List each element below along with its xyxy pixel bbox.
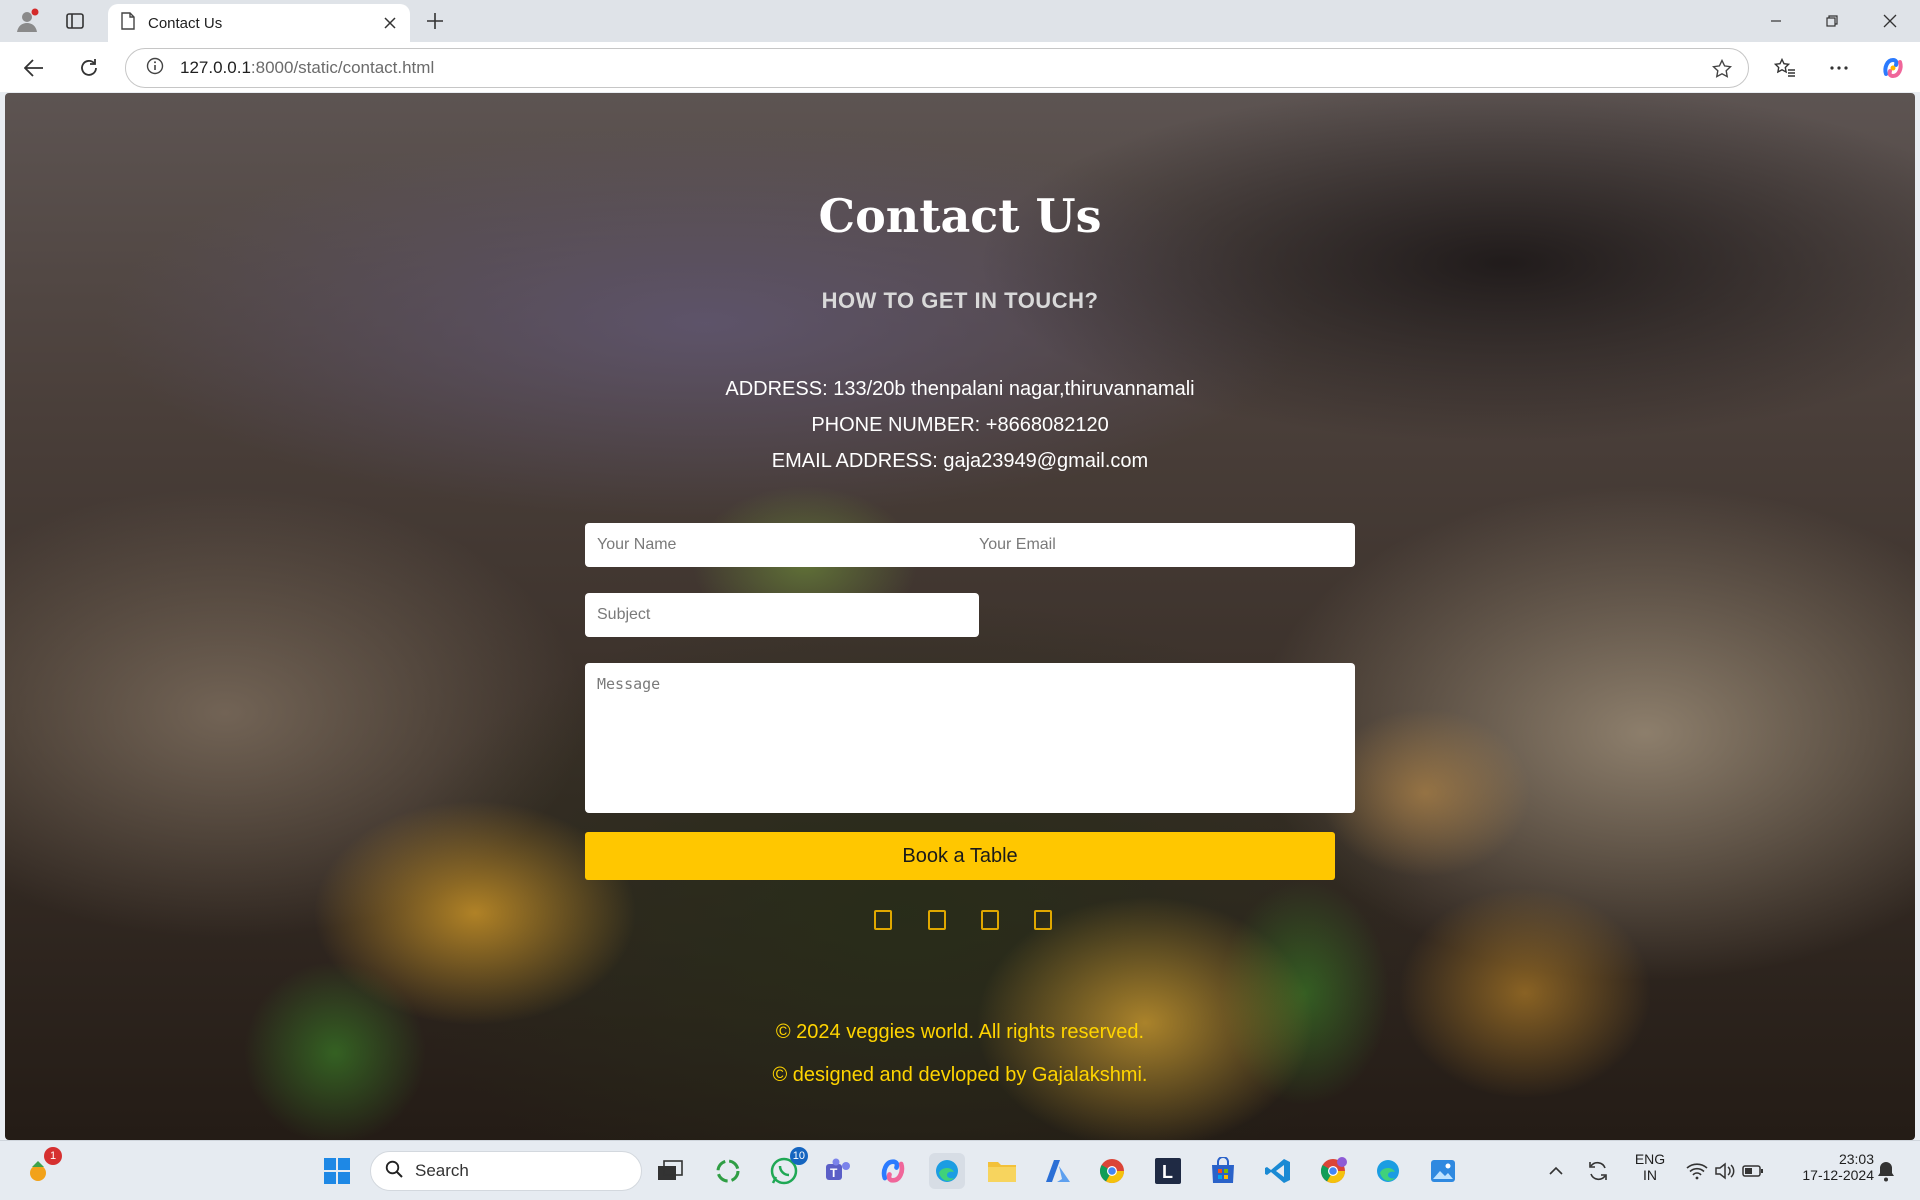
edge-icon[interactable] [929,1153,965,1189]
social-icon-1[interactable] [874,910,892,930]
footer-credit: © designed and devloped by Gajalakshmi. [772,1064,1148,1086]
notification-app-icon[interactable]: 1 [20,1147,62,1189]
book-table-button[interactable]: Book a Table [585,832,1335,880]
reload-icon[interactable] [73,52,105,84]
social-icon-3[interactable] [981,910,999,930]
close-window-icon[interactable] [1862,0,1918,42]
site-info-icon[interactable] [146,57,164,80]
page-content: Contact Us HOW TO GET IN TOUCH? ADDRESS:… [5,93,1915,1140]
new-tab-icon[interactable] [420,6,450,36]
profile-icon[interactable] [12,6,42,36]
message-textarea[interactable] [585,663,1355,813]
address-text: ADDRESS: 133/20b thenpalani nagar,thiruv… [725,378,1195,400]
notification-bell-icon[interactable] [1872,1153,1900,1189]
windows-start-icon[interactable] [319,1153,355,1189]
browser-toolbar: 127.0.0.1:8000/static/contact.html [0,42,1920,92]
clock-time: 23:03 [1838,1151,1874,1167]
subject-input[interactable] [585,593,979,637]
taskbar: 1 Search 10 T L ENG IN 23:03 17-12-2024 [0,1140,1920,1200]
name-input[interactable] [585,523,967,567]
language-indicator[interactable]: ENG IN [1628,1151,1672,1183]
l-app-icon[interactable]: L [1150,1153,1186,1189]
back-arrow-icon[interactable] [18,52,50,84]
whatsapp-icon[interactable]: 10 [766,1147,808,1189]
svg-text:T: T [830,1166,838,1180]
page-subtitle: HOW TO GET IN TOUCH? [821,288,1099,313]
file-explorer-icon[interactable] [984,1153,1020,1189]
restore-icon[interactable] [1804,0,1860,42]
copilot-taskbar-icon[interactable] [875,1153,911,1189]
teams-icon[interactable]: T [820,1153,856,1189]
photos-icon[interactable] [1425,1153,1461,1189]
email-input[interactable] [967,523,1355,567]
social-icon-4[interactable] [1034,910,1052,930]
refresh-app-icon[interactable] [710,1153,746,1189]
url-host: 127.0.0.1 [180,58,251,77]
more-options-icon[interactable] [1823,52,1855,84]
browser-titlebar: Contact Us [0,0,1920,42]
close-tab-icon[interactable] [376,9,404,37]
clock[interactable]: 23:03 17-12-2024 [1778,1151,1874,1183]
star-icon[interactable] [1708,55,1736,83]
page-title: Contact Us [818,189,1102,243]
footer-copyright: © 2024 veggies world. All rights reserve… [775,1021,1145,1043]
clock-date: 17-12-2024 [1802,1167,1874,1183]
favorites-icon[interactable] [1769,52,1801,84]
language-region: IN [1643,1167,1657,1183]
chrome-icon[interactable] [1094,1153,1130,1189]
page-icon [120,11,136,35]
chrome-profile-icon[interactable] [1315,1153,1351,1189]
task-view-icon[interactable] [652,1153,688,1189]
social-icon-2[interactable] [928,910,946,930]
chevron-up-icon[interactable] [1544,1153,1568,1189]
copilot-icon[interactable] [1877,52,1909,84]
email-text: EMAIL ADDRESS: gaja23949@gmail.com [771,450,1149,472]
tab-title: Contact Us [148,14,223,32]
minimize-icon[interactable] [1748,0,1804,42]
url-text: 127.0.0.1:8000/static/contact.html [180,58,434,78]
battery-icon[interactable] [1740,1153,1766,1189]
tab-contact-us[interactable]: Contact Us [108,4,410,42]
search-icon [385,1160,403,1183]
vscode-icon[interactable] [1260,1153,1296,1189]
azure-icon[interactable] [1040,1153,1076,1189]
sync-icon[interactable] [1584,1153,1612,1189]
store-icon[interactable] [1205,1153,1241,1189]
address-bar[interactable]: 127.0.0.1:8000/static/contact.html [125,48,1749,88]
volume-icon[interactable] [1712,1153,1738,1189]
taskbar-search[interactable]: Search [370,1151,642,1191]
notification-badge: 1 [44,1147,62,1165]
language-code: ENG [1634,1151,1666,1167]
url-path: :8000/static/contact.html [250,58,435,77]
edge-profile-icon[interactable] [1370,1153,1406,1189]
wifi-icon[interactable] [1684,1153,1710,1189]
phone-text: PHONE NUMBER: +8668082120 [811,414,1109,436]
search-label: Search [415,1161,469,1180]
tab-actions-icon[interactable] [60,6,90,36]
whatsapp-badge: 10 [789,1147,808,1165]
svg-text:L: L [1162,1162,1173,1182]
